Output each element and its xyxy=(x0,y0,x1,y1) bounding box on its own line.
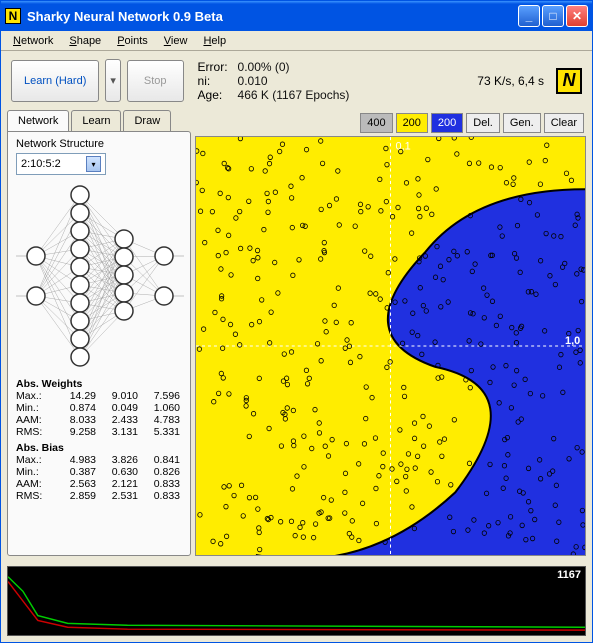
menu-points[interactable]: Points xyxy=(111,33,154,49)
clear-button[interactable]: Clear xyxy=(544,113,584,133)
plot-toolbar: 400 200 200 Del. Gen. Clear xyxy=(195,110,586,136)
network-panel: Network Structure 2:10:5:2 ▾ xyxy=(7,131,191,556)
window-title: Sharky Neural Network 0.9 Beta xyxy=(27,9,518,24)
points-yellow-200-button[interactable]: 200 xyxy=(396,113,428,133)
structure-combo[interactable]: 2:10:5:2 ▾ xyxy=(16,153,106,175)
tab-draw[interactable]: Draw xyxy=(123,110,171,131)
performance-text: 73 K/s, 6,4 s xyxy=(477,74,550,88)
age-label: Age: xyxy=(198,88,238,102)
epoch-counter: 1167 xyxy=(557,569,581,581)
table-row: Max.:14.299.0107.596 xyxy=(16,390,182,402)
age-value: 466 K (1167 Epochs) xyxy=(238,88,350,102)
table-row: Min.:0.8740.0491.060 xyxy=(16,402,182,414)
bias-title: Abs. Bias xyxy=(16,442,182,454)
left-tabs: Network Learn Draw xyxy=(7,110,191,131)
table-row: AAM:2.5632.1210.833 xyxy=(16,478,182,490)
ni-value: 0.010 xyxy=(238,74,268,88)
error-value: 0.00% (0) xyxy=(238,60,290,74)
logo-icon: N xyxy=(556,68,582,94)
points-blue-200-button[interactable]: 200 xyxy=(431,113,463,133)
network-diagram xyxy=(16,181,184,371)
table-row: Max.:4.9833.8260.841 xyxy=(16,454,182,466)
weights-table: Abs. Weights Max.:14.299.0107.596Min.:0.… xyxy=(16,378,182,502)
structure-value: 2:10:5:2 xyxy=(21,158,61,170)
minimize-button[interactable]: _ xyxy=(518,5,540,27)
points-400-button[interactable]: 400 xyxy=(360,113,392,133)
menu-help[interactable]: Help xyxy=(197,33,232,49)
delete-button[interactable]: Del. xyxy=(466,113,500,133)
menu-view[interactable]: View xyxy=(158,33,194,49)
classification-plot[interactable]: 0,1 1,0 xyxy=(195,136,586,556)
tab-network[interactable]: Network xyxy=(7,110,69,131)
menubar: Network Shape Points View Help xyxy=(1,31,592,51)
generate-button[interactable]: Gen. xyxy=(503,113,541,133)
app-icon: N xyxy=(5,8,21,24)
loss-graph: 1167 xyxy=(7,566,586,636)
table-row: RMS:2.8592.5310.833 xyxy=(16,490,182,502)
training-stats: Error:0.00% (0) ni:0.010 Age:466 K (1167… xyxy=(190,60,472,102)
tab-learn[interactable]: Learn xyxy=(71,110,121,131)
error-label: Error: xyxy=(198,60,238,74)
learn-mode-dropdown[interactable]: ▾ xyxy=(105,59,121,102)
table-row: RMS:9.2583.1315.331 xyxy=(16,426,182,438)
axis-right-label: 1,0 xyxy=(565,335,580,347)
weights-title: Abs. Weights xyxy=(16,378,182,390)
menu-network[interactable]: Network xyxy=(7,33,59,49)
structure-label: Network Structure xyxy=(16,138,182,150)
ni-label: ni: xyxy=(198,74,238,88)
close-button[interactable]: ✕ xyxy=(566,5,588,27)
chevron-down-icon: ▾ xyxy=(86,156,101,172)
table-row: AAM:8.0332.4334.783 xyxy=(16,414,182,426)
learn-button[interactable]: Learn (Hard) xyxy=(11,60,99,102)
stop-button[interactable]: Stop xyxy=(127,60,184,102)
maximize-button[interactable]: □ xyxy=(542,5,564,27)
titlebar: N Sharky Neural Network 0.9 Beta _ □ ✕ xyxy=(1,1,592,31)
table-row: Min.:0.3870.6300.826 xyxy=(16,466,182,478)
menu-shape[interactable]: Shape xyxy=(63,33,107,49)
toolbar: Learn (Hard) ▾ Stop Error:0.00% (0) ni:0… xyxy=(1,51,592,110)
